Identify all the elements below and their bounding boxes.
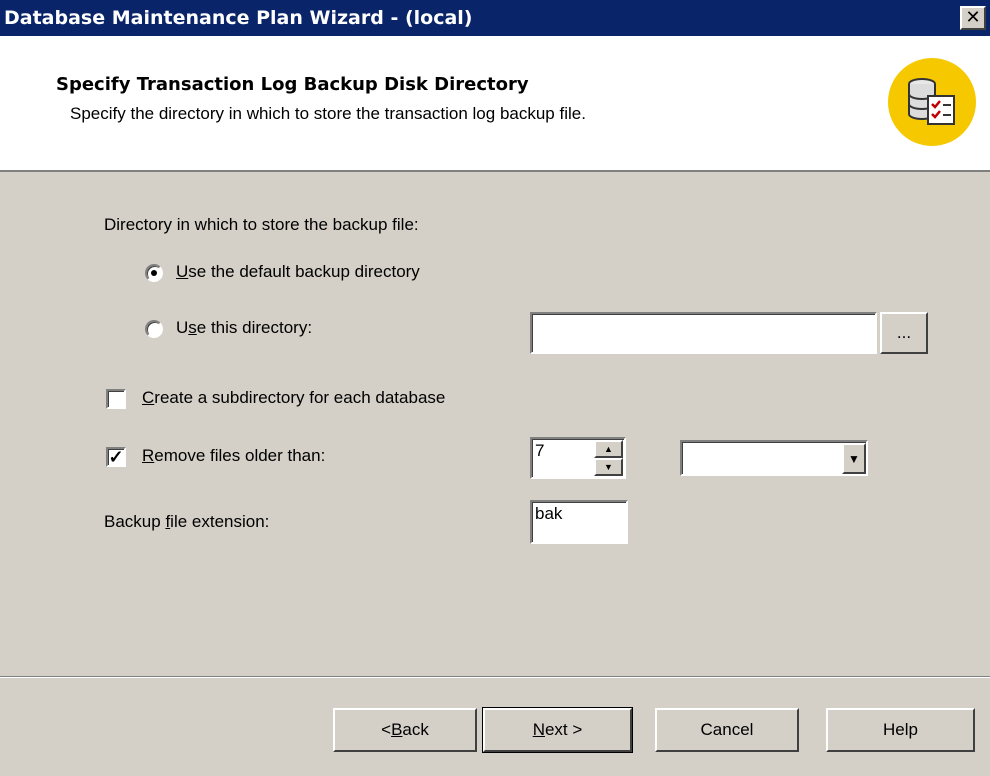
page-subtitle: Specify the directory in which to store … xyxy=(70,104,586,123)
age-unit-dropdown-button[interactable]: ▼ xyxy=(842,443,866,474)
default-directory-label[interactable]: Use the default backup directory xyxy=(176,262,420,282)
help-button[interactable]: Help xyxy=(826,708,975,752)
remove-files-label[interactable]: Remove files older than: xyxy=(142,446,325,466)
spin-down-button[interactable]: ▼ xyxy=(594,458,623,476)
close-button[interactable]: ✕ xyxy=(960,6,986,30)
close-icon: ✕ xyxy=(965,7,981,28)
subdirectory-checkbox[interactable] xyxy=(106,389,126,409)
wizard-header: Specify Transaction Log Backup Disk Dire… xyxy=(0,36,990,172)
arrow-down-icon: ▼ xyxy=(604,461,613,472)
directory-group-label: Directory in which to store the backup f… xyxy=(104,215,419,234)
chevron-down-icon: ▼ xyxy=(848,451,860,466)
subdirectory-label[interactable]: Create a subdirectory for each database xyxy=(142,388,445,408)
checkmark-icon: ✓ xyxy=(108,447,124,467)
window-title: Database Maintenance Plan Wizard - (loca… xyxy=(4,7,473,29)
browse-button[interactable]: ... xyxy=(880,312,928,354)
arrow-up-icon: ▲ xyxy=(604,443,613,454)
database-checklist-icon xyxy=(888,58,976,146)
custom-directory-label[interactable]: Use this directory: xyxy=(176,318,312,338)
age-unit-select[interactable] xyxy=(680,440,868,476)
extension-label: Backup file extension: xyxy=(104,512,270,531)
spin-up-button[interactable]: ▲ xyxy=(594,440,623,458)
page-title: Specify Transaction Log Backup Disk Dire… xyxy=(56,74,529,95)
footer-divider xyxy=(0,676,990,678)
default-directory-radio[interactable] xyxy=(145,264,163,282)
remove-files-checkbox[interactable]: ✓ xyxy=(106,447,126,467)
title-bar[interactable]: Database Maintenance Plan Wizard - (loca… xyxy=(0,0,990,36)
remove-age-value: 7 xyxy=(535,441,545,460)
back-button[interactable]: < Back xyxy=(333,708,477,752)
next-button[interactable]: Next > xyxy=(482,707,633,753)
wizard-window: Database Maintenance Plan Wizard - (loca… xyxy=(0,0,990,776)
custom-directory-radio[interactable] xyxy=(145,320,163,338)
directory-path-input[interactable] xyxy=(530,312,877,354)
extension-input[interactable]: bak xyxy=(530,500,628,544)
cancel-button[interactable]: Cancel xyxy=(655,708,799,752)
